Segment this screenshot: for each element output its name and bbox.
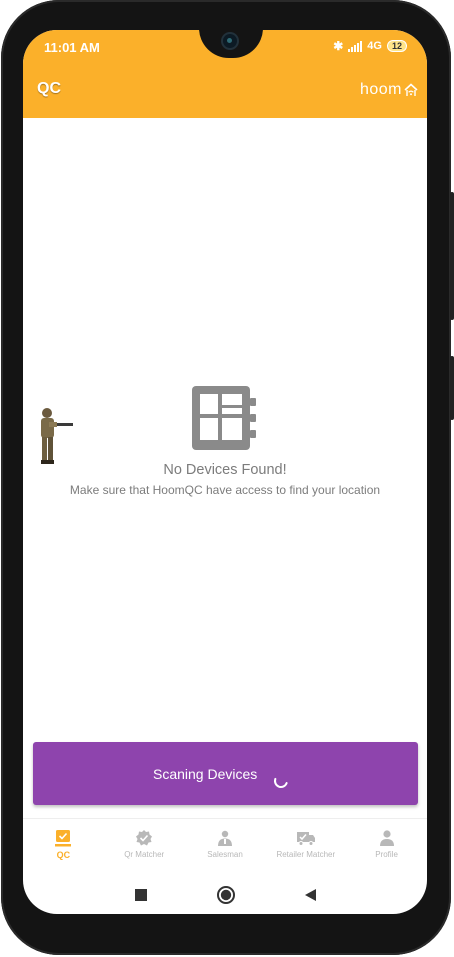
volume-button [450,192,454,320]
app-bar: 11:01 AM ✱ 4G 12 QC hoom [23,30,427,118]
recents-square-icon[interactable] [134,888,148,902]
nav-item-salesman[interactable]: Salesman [185,819,266,869]
bluetooth-icon: ✱ [333,39,344,53]
bottom-nav: QC Qr Matcher Salesman Retailer Matcher … [23,818,427,869]
nav-item-qc[interactable]: QC [23,819,104,869]
system-nav-bar [23,878,427,914]
screen: 11:01 AM ✱ 4G 12 QC hoom No Devices Foun… [23,30,427,914]
page-title: QC [37,80,61,97]
salesman-icon [217,830,232,846]
nav-label-retailer-matcher: Retailer Matcher [276,850,336,859]
notch [199,30,263,58]
scan-devices-button[interactable]: Scaning Devices [33,742,418,805]
nav-label-profile: Profile [375,850,398,859]
battery-level: 12 [391,41,402,51]
nav-item-profile[interactable]: Profile [346,819,427,869]
signal-icon [348,40,363,52]
network-type: 4G [367,40,382,52]
wifi-home-icon [404,83,418,96]
phone-frame: 11:01 AM ✱ 4G 12 QC hoom No Devices Foun… [1,0,454,955]
soldier-sprite [41,408,73,464]
truck-check-icon [296,832,315,846]
camera-icon [223,34,237,48]
home-circle-icon[interactable] [216,885,236,905]
nav-item-retailer-matcher[interactable]: Retailer Matcher [265,819,346,869]
loading-spinner-icon [274,777,288,788]
empty-state-title: No Devices Found! [163,462,287,478]
power-button [450,356,454,420]
nav-item-qr-matcher[interactable]: Qr Matcher [104,819,185,869]
person-icon [379,830,394,846]
nav-label-qr-matcher: Qr Matcher [124,850,165,859]
qc-monitor-icon [55,830,72,847]
nav-label-qc: QC [56,850,71,860]
device-chip-icon [192,386,256,450]
status-time: 11:01 AM [44,40,100,55]
back-triangle-icon[interactable] [303,888,317,902]
verified-badge-icon [136,830,153,846]
logo-text: hoom [359,81,402,98]
status-icons: ✱ 4G 12 [333,39,407,53]
empty-state-message: Make sure that HoomQC have access to fin… [69,483,381,497]
app-logo: hoom [360,81,418,99]
scan-button-label: Scaning Devices [153,766,258,782]
nav-label-salesman: Salesman [207,850,243,859]
battery-icon: 12 [386,40,407,52]
